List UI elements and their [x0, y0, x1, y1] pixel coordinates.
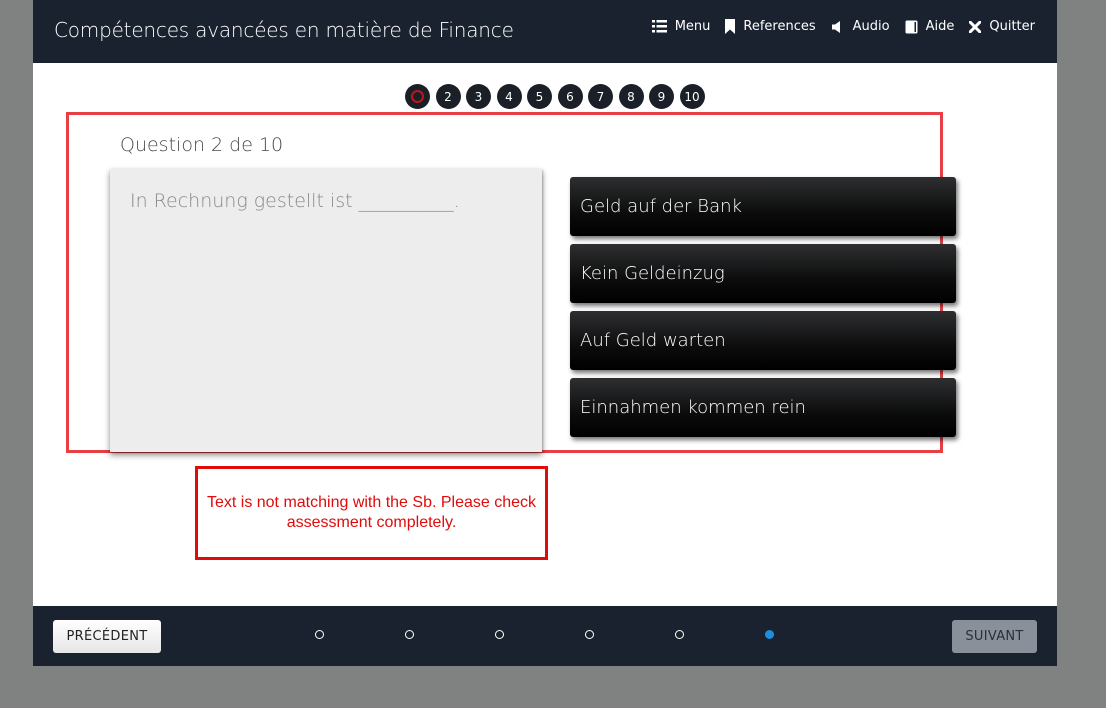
question-dot[interactable]: 6: [557, 84, 583, 109]
question-dot-current[interactable]: [405, 84, 430, 109]
question-title: Question 2 de 10: [120, 134, 284, 156]
course-player: Compétences avancées en matière de Finan…: [33, 0, 1057, 666]
footer-bar: PRÉCÉDENT SUIVANT: [33, 606, 1057, 666]
page-dot[interactable]: [315, 630, 324, 639]
question-dot[interactable]: 3: [466, 84, 491, 109]
close-icon: [969, 20, 982, 33]
answer-list: Geld auf der Bank Kein Geldeinzug Auf Ge…: [570, 177, 956, 445]
book-icon: [905, 20, 918, 34]
help-label: Aide: [925, 19, 955, 34]
speaker-icon: [831, 20, 845, 34]
references-label: References: [743, 19, 816, 34]
page-dot-active[interactable]: [765, 630, 774, 639]
question-dot[interactable]: 5: [527, 84, 552, 109]
references-button[interactable]: References: [725, 19, 816, 34]
question-dot[interactable]: 7: [588, 84, 613, 109]
question-dot[interactable]: 2: [435, 84, 461, 109]
question-prompt-card: In Rechnung gestellt ist __________.: [110, 169, 542, 452]
answer-option[interactable]: Kein Geldeinzug: [570, 244, 956, 303]
answer-option[interactable]: Auf Geld warten: [570, 311, 956, 370]
header-nav: Menu References Audio Aide Quitter: [651, 19, 1035, 34]
next-button[interactable]: SUIVANT: [952, 620, 1037, 653]
quit-button[interactable]: Quitter: [969, 19, 1035, 34]
current-question-ring-icon: [411, 90, 424, 103]
menu-label: Menu: [674, 19, 711, 34]
page-dot[interactable]: [405, 630, 414, 639]
previous-button[interactable]: PRÉCÉDENT: [53, 620, 161, 653]
header-bar: Compétences avancées en matière de Finan…: [33, 0, 1057, 63]
audio-button[interactable]: Audio: [831, 19, 890, 34]
course-title: Compétences avancées en matière de Finan…: [54, 18, 514, 42]
bookmark-icon: [725, 19, 736, 34]
page-indicator: [315, 630, 774, 639]
page-dot[interactable]: [495, 630, 504, 639]
answer-option[interactable]: Einnahmen kommen rein: [570, 378, 956, 437]
page-dot[interactable]: [675, 630, 684, 639]
answer-option[interactable]: Geld auf der Bank: [570, 177, 956, 236]
question-dot[interactable]: 8: [618, 84, 644, 109]
question-prompt: In Rechnung gestellt ist __________.: [130, 190, 460, 212]
review-note: Text is not matching with the Sb. Please…: [206, 494, 537, 531]
page-dot[interactable]: [585, 630, 594, 639]
review-note-box: Text is not matching with the Sb. Please…: [195, 466, 548, 560]
question-dot[interactable]: 9: [649, 84, 674, 109]
menu-button[interactable]: Menu: [651, 19, 711, 34]
help-button[interactable]: Aide: [905, 19, 955, 34]
question-dot[interactable]: 4: [496, 84, 522, 109]
question-dot[interactable]: 10: [679, 84, 705, 109]
audio-label: Audio: [852, 19, 890, 34]
question-navigator: 2 3 4 5 6 7 8 9 10: [405, 84, 705, 109]
quit-label: Quitter: [989, 19, 1035, 34]
list-icon: [651, 20, 667, 33]
